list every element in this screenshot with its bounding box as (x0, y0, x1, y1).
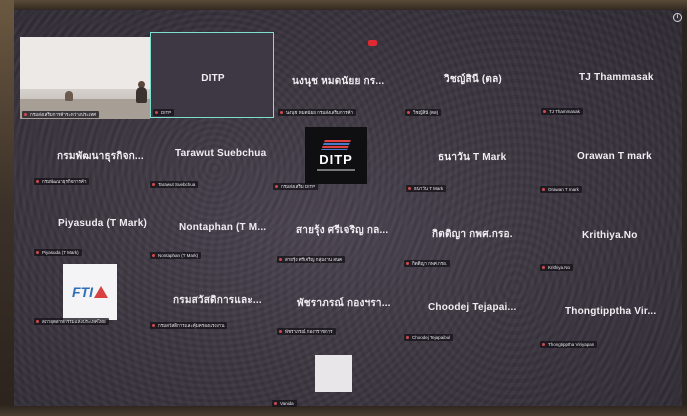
participant-name[interactable]: พัชราภรณ์ กองฯรา... (297, 296, 391, 311)
fti-logo-wordmark: FTI (72, 284, 93, 300)
ditp-logo-wordmark: DITP (319, 152, 353, 167)
ditp-logo-underline (317, 169, 355, 171)
participant-name-tag: Nontaphan (T Mark) (150, 252, 202, 259)
fti-logo-tile[interactable]: FTI (63, 264, 117, 320)
participant-name[interactable]: ธนาวัน T Mark (438, 150, 506, 165)
participant-name-tag: สภาอุตสาหกรรมแห่งประเทศไทย (34, 318, 109, 325)
participant-name-tag: กรมส่งเสริม DITP (273, 183, 319, 190)
participant-name-tag: Krithiya.No (540, 264, 574, 271)
recording-indicator-icon (368, 40, 377, 46)
participant-name-tag: TJ Thammasak (541, 108, 583, 115)
participant-name[interactable]: Orawan T mark (577, 151, 652, 162)
participant-name[interactable]: Krithiya.No (582, 230, 638, 241)
participant-name[interactable]: วิชญ์สินี (ตล) (444, 72, 502, 87)
participant-name[interactable]: กิตติญา กพศ.กรอ. (432, 227, 513, 242)
participant-name-tag: วิชญ์สินี (ตล) (405, 109, 442, 116)
participant-name-tag: นงนุช หมดนัยย กรมส่งเสริมการค้า (278, 109, 357, 116)
room-background-left (0, 0, 14, 416)
participant-name[interactable]: สายรุ้ง ศรีเจริญ กล... (296, 223, 388, 238)
participant-name-tag: พัชราภรณ์ กองฯราชการ (277, 328, 336, 335)
participant-name-tag: ธนาวัน T Mark (406, 185, 447, 192)
participant-name: DITP (201, 73, 225, 84)
participant-name-tag: กรมพัฒนาธุรกิจการค้า (34, 178, 90, 185)
video-background-wall (20, 37, 150, 89)
participant-name-tag: Choodej Tejapaibul (404, 334, 454, 341)
participant-name-tag: กรมส่งเสริมการค้าระหว่างประเทศ (22, 111, 100, 118)
participant-name[interactable]: กรมพัฒนาธุรกิจก... (57, 149, 144, 164)
ditp-logo-stripes (321, 140, 351, 150)
participant-name-tag: Orawan T mark (540, 186, 582, 193)
participant-name[interactable]: Nontaphan (T M... (179, 222, 266, 233)
participant-name-tag: Tarawut Suebchua (150, 181, 199, 188)
participant-name[interactable]: นงนุช หมดนัยย กร... (292, 74, 384, 89)
participant-name[interactable]: กรมสวัสดิการและ... (173, 293, 262, 308)
participant-name-tag: กรมสวัสดิการและคุ้มครองแรงงาน (150, 322, 228, 329)
participant-name[interactable]: Thongtipptha Vir... (565, 306, 656, 317)
participant-figure-far (65, 91, 73, 101)
ditp-logo-tile[interactable]: DITP (305, 127, 367, 184)
participant-avatar-tile[interactable] (315, 355, 352, 392)
participant-figure (136, 87, 147, 103)
participant-video-tile[interactable]: กรมส่งเสริมการค้าระหว่างประเทศ (20, 37, 150, 119)
participant-name-tag: กิตติญา กพศ.กรอ. (404, 260, 451, 267)
participant-name-tag: Thongtipptha Viriyapan (540, 341, 598, 348)
participant-name[interactable]: Tarawut Suebchua (175, 148, 266, 159)
participant-name[interactable]: Choodej Tejapai... (428, 302, 516, 313)
participant-name[interactable]: TJ Thammasak (579, 72, 654, 83)
participant-name-tag: DITP (153, 109, 175, 116)
fti-logo-triangle-icon (94, 286, 108, 298)
participant-tile-active-speaker[interactable]: DITP DITP (150, 32, 274, 118)
participant-name[interactable]: Piyasuda (T Mark) (58, 218, 147, 229)
participant-name-tag: Vanida (272, 400, 297, 407)
participant-name-tag: สายรุ้ง ศรีเจริญ กลุ่มงาน สนค (277, 256, 346, 263)
info-icon[interactable]: i (673, 13, 682, 22)
participant-name-tag: Piyasuda (T Mark) (34, 249, 82, 256)
